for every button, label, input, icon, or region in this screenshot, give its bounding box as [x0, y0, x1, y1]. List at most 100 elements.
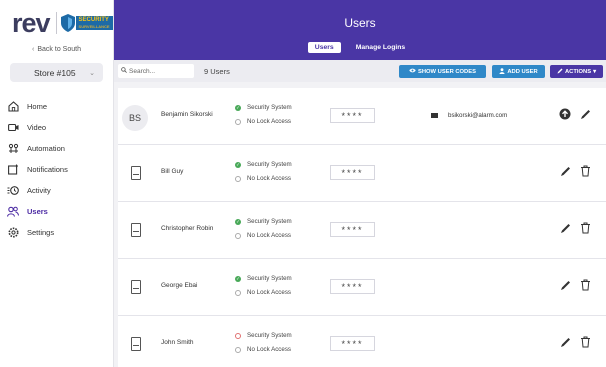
user-table: BS Benjamin Sikorski ✓ Security System N… — [118, 88, 606, 367]
user-email: bsikorski@alarm.com — [431, 112, 507, 119]
chevron-down-icon: ⌄ — [89, 69, 95, 77]
security-access: ✓ Security System — [235, 275, 292, 282]
pencil-icon — [557, 68, 563, 76]
page-header: Users Users Manage Logins — [114, 0, 606, 60]
blocked-icon — [235, 289, 241, 296]
keypad-icon — [131, 166, 141, 180]
sidebar-item-activity[interactable]: Activity — [0, 180, 113, 201]
upload-icon[interactable] — [558, 107, 572, 121]
security-access-label: Security System — [247, 161, 292, 168]
tab-manage-logins[interactable]: Manage Logins — [349, 42, 412, 53]
chevron-left-icon: ‹ — [32, 46, 35, 53]
sidebar-item-notifications[interactable]: Notifications — [0, 159, 113, 180]
logo-divider — [55, 12, 57, 34]
user-name: George Ebai — [161, 282, 198, 289]
lock-access-label: No Lock Access — [247, 346, 292, 353]
edit-icon[interactable] — [558, 221, 572, 235]
search-input[interactable]: Search... — [118, 64, 194, 78]
table-row[interactable]: BS Benjamin Sikorski ✓ Security System N… — [118, 88, 606, 145]
sidebar-item-settings[interactable]: Settings — [0, 222, 113, 243]
table-row[interactable]: Bill Guy ✓ Security System No Lock Acces… — [118, 145, 606, 202]
eye-icon — [409, 68, 416, 75]
user-name: Benjamin Sikorski — [161, 111, 213, 118]
sidebar-item-label: Users — [27, 207, 48, 216]
security-badge: SECURITY SURVEILLANCE — [75, 16, 113, 30]
actions-button[interactable]: ACTIONS ▾ — [550, 65, 603, 78]
check-icon: ✓ — [235, 218, 241, 225]
notifications-icon — [7, 164, 19, 176]
lock-access-label: No Lock Access — [247, 289, 292, 296]
header-tabs: Users Manage Logins — [114, 42, 606, 53]
user-code: **** — [330, 279, 375, 294]
back-link[interactable]: ‹ Back to South — [0, 44, 113, 56]
sidebar-nav: Home Video Automation Notifications Acti… — [0, 96, 113, 243]
add-user-button[interactable]: ADD USER — [492, 65, 545, 78]
blocked-icon — [235, 118, 241, 125]
sidebar-item-label: Settings — [27, 228, 55, 237]
back-label: Back to South — [37, 46, 81, 53]
edit-icon[interactable] — [558, 278, 572, 292]
edit-icon[interactable] — [578, 107, 592, 121]
trash-icon[interactable] — [578, 278, 592, 292]
alert-icon — [235, 332, 241, 339]
sidebar-item-label: Video — [27, 123, 47, 132]
sidebar-item-video[interactable]: Video — [0, 117, 113, 138]
user-code: **** — [330, 165, 375, 180]
lock-access: No Lock Access — [235, 118, 291, 125]
keypad-icon — [131, 337, 141, 351]
tab-users[interactable]: Users — [307, 42, 341, 53]
lock-access: No Lock Access — [235, 289, 291, 296]
sidebar-item-home[interactable]: Home — [0, 96, 113, 117]
security-access-label: Security System — [247, 104, 292, 111]
sidebar: rev SECURITY SURVEILLANCE ‹ Back to South… — [0, 0, 114, 367]
security-badge-sub: SURVEILLANCE — [78, 24, 110, 29]
page-title: Users — [344, 16, 376, 30]
video-icon — [7, 122, 19, 134]
security-access-label: Security System — [247, 218, 292, 225]
sidebar-item-label: Activity — [27, 186, 51, 195]
sidebar-item-label: Home — [27, 102, 48, 111]
store-selector[interactable]: Store #105 ⌄ — [10, 63, 103, 82]
sidebar-item-automation[interactable]: Automation — [0, 138, 113, 159]
shield-icon — [60, 14, 75, 32]
sidebar-item-label: Automation — [27, 144, 65, 153]
show-user-codes-button[interactable]: SHOW USER CODES — [399, 65, 486, 78]
user-code: **** — [330, 336, 375, 351]
table-row[interactable]: George Ebai ✓ Security System No Lock Ac… — [118, 259, 606, 316]
caret-down-icon: ▾ — [593, 68, 596, 75]
edit-icon[interactable] — [558, 335, 572, 349]
store-label: Store #105 — [34, 67, 76, 78]
trash-icon[interactable] — [578, 164, 592, 178]
table-row[interactable]: John Smith Security System No Lock Acces… — [118, 316, 606, 367]
edit-icon[interactable] — [558, 164, 572, 178]
search-icon — [121, 67, 127, 75]
lock-access: No Lock Access — [235, 346, 291, 353]
user-code: **** — [330, 108, 375, 123]
avatar: BS — [122, 105, 148, 131]
lock-access: No Lock Access — [235, 175, 291, 182]
lock-access: No Lock Access — [235, 232, 291, 239]
actions-label: ACTIONS — [564, 68, 592, 75]
trash-icon[interactable] — [578, 221, 592, 235]
check-icon: ✓ — [235, 104, 241, 111]
lock-access-label: No Lock Access — [247, 232, 292, 239]
logo: rev SECURITY SURVEILLANCE — [0, 0, 113, 38]
gear-icon — [7, 227, 19, 239]
security-access: ✓ Security System — [235, 104, 292, 111]
blocked-icon — [235, 346, 241, 353]
search-placeholder: Search... — [129, 67, 156, 75]
keypad-icon — [131, 280, 141, 294]
home-icon — [7, 101, 19, 113]
security-badge-main: SECURITY — [78, 17, 109, 23]
keypad-icon — [131, 223, 141, 237]
user-name: Bill Guy — [161, 168, 184, 175]
automation-icon — [7, 143, 19, 155]
check-icon: ✓ — [235, 161, 241, 168]
activity-icon — [7, 185, 19, 197]
add-user-label: ADD USER — [507, 68, 538, 75]
table-row[interactable]: Christopher Robin ✓ Security System No L… — [118, 202, 606, 259]
sidebar-item-users[interactable]: Users — [0, 201, 113, 222]
blocked-icon — [235, 175, 241, 182]
trash-icon[interactable] — [578, 335, 592, 349]
user-name: Christopher Robin — [161, 225, 214, 232]
